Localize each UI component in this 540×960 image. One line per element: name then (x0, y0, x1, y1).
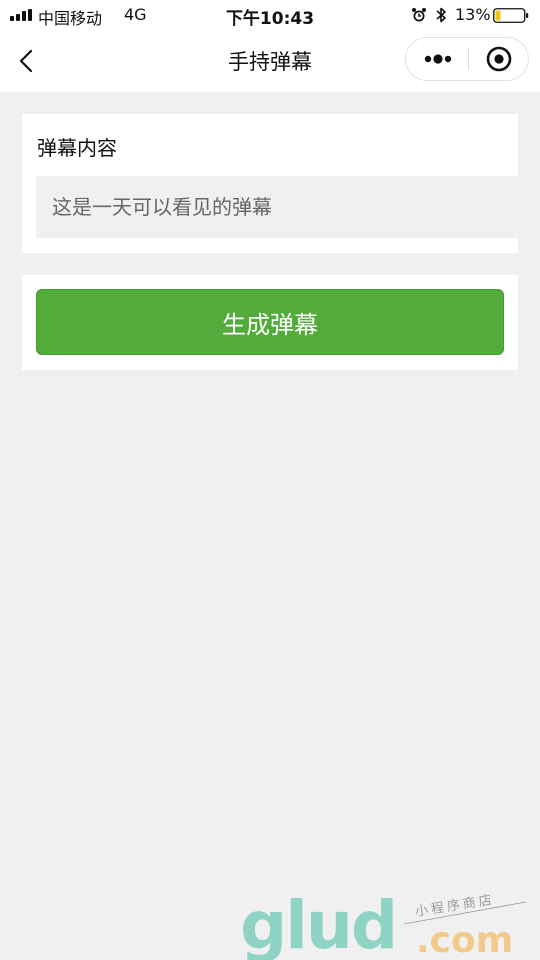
close-button[interactable] (469, 38, 529, 80)
status-bar: 中国移动 4G 下午10:43 13% (0, 0, 540, 30)
battery-icon (493, 8, 529, 23)
generate-danmu-button[interactable]: 生成弹幕 (36, 289, 504, 355)
back-button[interactable] (10, 44, 44, 78)
watermark-suffix: .com (416, 920, 513, 960)
watermark-logo-text: glud (240, 887, 396, 960)
menu-capsule (405, 37, 529, 81)
glud-watermark-logo: glud .com 小程序商店 (240, 887, 527, 960)
alarm-clock-icon (412, 8, 426, 22)
danmu-content-label: 弹幕内容 (37, 136, 117, 160)
action-card: 生成弹幕 (22, 275, 518, 370)
more-button[interactable] (406, 38, 468, 80)
watermark-tagline: 小程序商店 (414, 893, 495, 920)
chevron-left-icon (19, 49, 33, 73)
more-dots-icon (424, 54, 452, 64)
danmu-content-input[interactable] (36, 176, 518, 238)
target-circle-icon (486, 46, 512, 72)
screen: 中国移动 4G 下午10:43 13% 手持弹幕 弹幕内容 这是一天可以看见的弹… (0, 0, 540, 960)
danmu-content-card: 弹幕内容 (22, 114, 518, 253)
battery-percent: 13% (455, 5, 491, 24)
bluetooth-icon (436, 7, 446, 23)
navigation-bar: 手持弹幕 (0, 30, 540, 92)
